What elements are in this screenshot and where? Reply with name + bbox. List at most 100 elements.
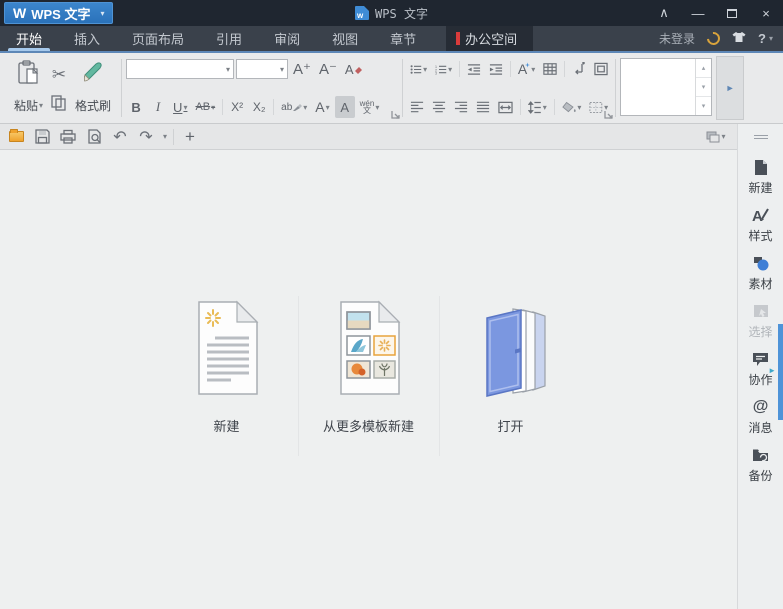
grow-font-button[interactable]: A⁺ [290,58,314,80]
font-name-select[interactable]: ▾ [126,59,235,79]
save-button[interactable] [32,127,52,147]
line-spacing-button[interactable]: ▾ [525,96,550,118]
pane-expand-icon[interactable]: ► [768,366,776,375]
increase-indent-icon [489,63,503,75]
open-label: 打开 [497,419,524,434]
toolbar-dropdown-icon[interactable]: ▾ [163,132,167,141]
tab-review[interactable]: 审阅 [258,26,316,51]
paste-button[interactable]: 粘贴 ▾ [14,97,43,114]
help-label: ? [758,31,766,46]
sidebar-label: 素材 [748,277,773,291]
redo-button[interactable]: ↷ [136,127,156,147]
numbered-list-button[interactable]: 123 ▾ [432,58,455,80]
chevron-down-icon: ▾ [577,102,582,112]
new-document-tab-button[interactable]: + [180,127,200,147]
subscript-button[interactable]: X₂ [249,96,269,118]
open-file-button[interactable] [6,127,26,147]
paste-icon[interactable] [17,59,41,91]
small-separator [564,61,566,77]
font-size-select[interactable]: ▾ [236,59,289,79]
close-button[interactable]: × [749,0,783,26]
font-dialog-launcher[interactable] [391,110,400,119]
skin-tshirt-icon[interactable] [732,30,746,48]
chevron-down-icon: ▾ [280,64,285,74]
task-pane-strip[interactable] [778,324,783,420]
login-status[interactable]: 未登录 [659,30,695,47]
distribute-button[interactable] [495,96,516,118]
align-left-button[interactable] [407,96,427,118]
italic-button[interactable]: I [148,96,168,118]
align-right-button[interactable] [451,96,471,118]
new-from-templates-card[interactable]: 从更多模板新建 [297,296,440,456]
align-left-icon [410,101,424,113]
decrease-indent-button[interactable] [464,58,484,80]
collapse-ribbon-button[interactable]: ∧ [647,0,681,26]
phonetic-guide-button[interactable]: wén 文 ▾ [357,96,383,118]
superscript-button[interactable]: X² [227,96,247,118]
format-painter-button[interactable]: 格式刷 [75,97,111,114]
character-shading-button[interactable]: A [334,96,355,118]
highlight-button[interactable]: ab ▾ [278,96,310,118]
switch-layout-button[interactable]: ▾ [701,127,731,147]
underline-button[interactable]: U ▾ [170,96,190,118]
sidebar-item-collaborate[interactable]: 协作 [738,350,783,388]
copy-icon[interactable] [51,94,67,116]
shrink-font-button[interactable]: A⁻ [316,58,340,80]
tab-home[interactable]: 开始 [0,26,58,51]
maximize-button[interactable] [715,0,749,26]
sidebar-item-new[interactable]: 新建 [738,158,783,196]
justify-button[interactable] [473,96,493,118]
text-effects-button[interactable]: A ▾ [515,58,538,80]
style-gallery[interactable]: ▴ ▾ ▾ [620,58,713,116]
sidebar-item-backup[interactable]: 备份 [738,446,783,484]
paragraph-dialog-launcher[interactable] [604,110,613,119]
tab-view[interactable]: 视图 [316,26,374,51]
chat-bubble-icon [752,350,769,368]
insert-table-button[interactable] [540,58,560,80]
style-scroll-down-button[interactable]: ▾ [696,78,712,97]
tab-section[interactable]: 章节 [374,26,432,51]
format-painter-icon[interactable] [82,61,104,90]
bullet-list-button[interactable]: ▾ [407,58,430,80]
open-card[interactable]: 打开 [440,296,582,456]
style-scroll-up-button[interactable]: ▴ [696,59,712,78]
sidebar-handle[interactable] [738,124,783,150]
sidebar-item-materials[interactable]: 素材 [738,254,783,292]
sidebar-label: 样式 [748,229,773,243]
text-wrapping-button[interactable] [591,58,611,80]
strikethrough-button[interactable]: AB ▾ [192,96,218,118]
document-icon: w [355,6,370,20]
titlebar: W WPS 文字 ▾ w WPS 文字 ∧ — × [0,0,783,26]
style-more-button[interactable]: ▾ [696,97,711,115]
align-center-button[interactable] [429,96,449,118]
font-color-button[interactable]: A ▾ [312,96,332,118]
help-button[interactable]: ? ▾ [758,31,773,46]
styles-icon: A [752,206,770,224]
select-icon [753,302,769,320]
increase-indent-button[interactable] [486,58,506,80]
small-separator [222,99,224,115]
new-document-card[interactable]: 新建 [156,296,298,456]
gallery-expand-strip[interactable]: ► [716,56,745,120]
undo-button[interactable]: ↶ [110,127,130,147]
font-group: ▾ ▾ A⁺ A⁻ A B I U▾ AB▾ X² X₂ ab▾ A▾ [122,56,402,120]
points-icon[interactable] [704,29,723,48]
window-controls: ∧ — × [647,0,783,26]
shading-button[interactable]: ▾ [559,96,585,118]
chevron-down-icon: ▾ [183,102,188,112]
show-paragraph-marks-button[interactable] [569,58,589,80]
print-button[interactable] [58,127,78,147]
tab-references[interactable]: 引用 [200,26,258,51]
sidebar-item-messages[interactable]: @ 消息 [738,398,783,436]
sidebar-label: 消息 [748,421,773,435]
wps-menu-button[interactable]: W WPS 文字 ▾ [4,2,114,24]
tab-office-space[interactable]: 办公空间 [446,26,534,51]
print-preview-button[interactable] [84,127,104,147]
tab-page-layout[interactable]: 页面布局 [116,26,200,51]
cut-icon[interactable]: ✂ [52,65,66,85]
sidebar-item-styles[interactable]: A 样式 [738,206,783,244]
minimize-button[interactable]: — [681,0,715,26]
tab-insert[interactable]: 插入 [58,26,116,51]
clear-formatting-button[interactable]: A [342,58,366,80]
bold-button[interactable]: B [126,96,146,118]
